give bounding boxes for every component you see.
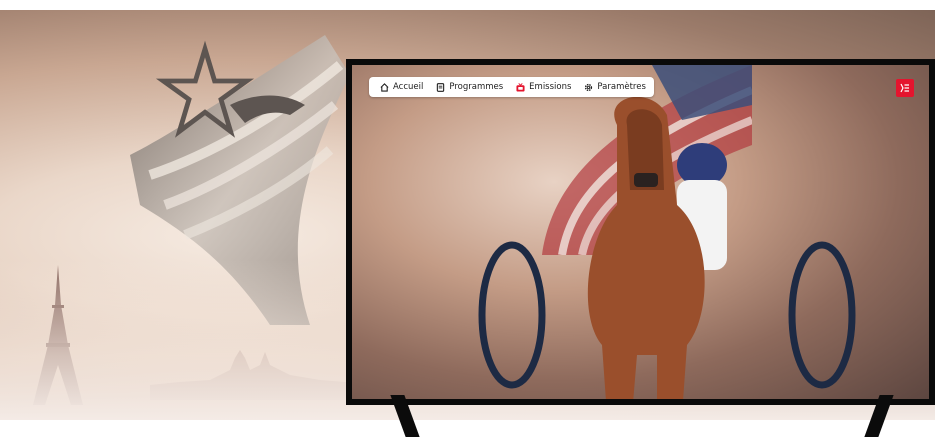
nav-label-accueil: Accueil <box>393 82 424 92</box>
top-nav-bar: Accueil Programmes Emissions Paramètres <box>369 77 654 97</box>
nav-label-programmes: Programmes <box>449 82 504 92</box>
home-icon <box>380 82 389 92</box>
menu-icon <box>900 83 909 93</box>
nav-item-accueil[interactable]: Accueil <box>380 82 423 92</box>
gear-icon <box>585 83 593 91</box>
nav-item-emissions[interactable]: Emissions <box>516 82 571 92</box>
nav-label-emissions: Emissions <box>529 82 572 92</box>
menu-button[interactable] <box>896 79 914 97</box>
nav-item-programmes[interactable]: Programmes <box>436 82 503 92</box>
nav-label-parametres: Paramètres <box>597 82 646 92</box>
harness-racing-horse-image <box>478 97 856 399</box>
nav-item-parametres[interactable]: Paramètres <box>584 82 646 92</box>
document-icon <box>437 82 445 92</box>
tv-screen <box>352 65 929 399</box>
tv-frame <box>346 59 935 405</box>
tv-icon <box>516 82 525 92</box>
